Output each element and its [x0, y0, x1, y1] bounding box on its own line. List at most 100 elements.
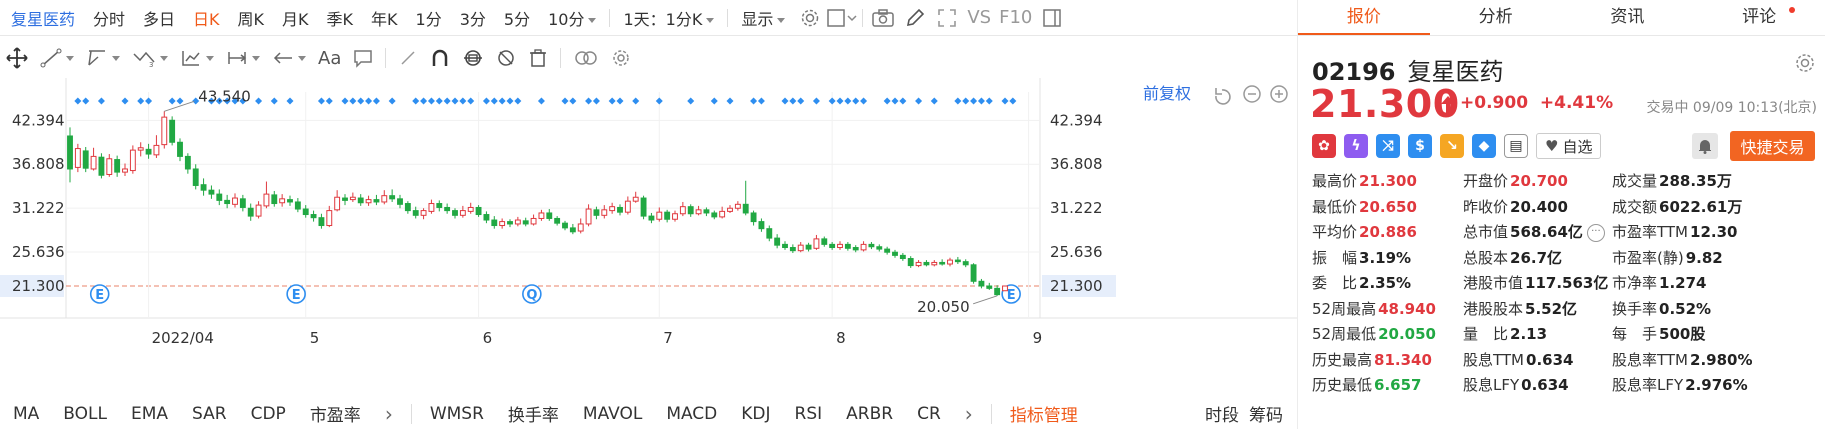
reset-icon[interactable]	[1215, 88, 1231, 105]
indicator-wmsr[interactable]: WMSR	[418, 404, 496, 424]
indicator-manage-button[interactable]: 指标管理	[998, 401, 1090, 426]
indicator-cdp[interactable]: CDP	[239, 404, 298, 424]
indicator-ema[interactable]: EMA	[119, 404, 180, 424]
indicator-kdj[interactable]: KDJ	[729, 404, 782, 424]
tab-3min[interactable]: 3分	[451, 6, 495, 30]
alert-bell-icon[interactable]	[1692, 133, 1718, 159]
adjust-mode-label[interactable]: 前复权	[1143, 84, 1191, 103]
layout-box-icon[interactable]	[826, 3, 858, 33]
notification-dot	[1789, 7, 1795, 13]
tab-quote[interactable]: 报价	[1298, 0, 1430, 35]
move-cross-icon[interactable]	[0, 43, 34, 73]
stock-name-tab[interactable]: 复星医药	[2, 6, 84, 30]
tab-day-k[interactable]: 日K	[184, 6, 229, 30]
tab-comments[interactable]: 评论	[1693, 0, 1825, 35]
indicator-macd[interactable]: MACD	[654, 404, 729, 424]
indicator-rsi[interactable]: RSI	[783, 404, 835, 424]
candle	[915, 260, 922, 268]
candle-body	[719, 210, 726, 218]
candle-body	[342, 197, 348, 201]
tab-news[interactable]: 资讯	[1562, 0, 1694, 35]
candle-body	[452, 210, 458, 216]
indicator-pe[interactable]: 市盈率	[298, 401, 373, 426]
shuffle-icon[interactable]: ⤨	[1376, 134, 1400, 158]
tab-week-k[interactable]: 周K	[229, 6, 274, 30]
candle-body	[444, 206, 451, 212]
hide-drawing-icon[interactable]	[490, 43, 522, 73]
channel-tool-icon[interactable]	[80, 43, 126, 73]
eraser-line-icon[interactable]	[392, 43, 424, 73]
indicator-boll[interactable]: BOLL	[51, 404, 119, 424]
indicator-cr[interactable]: CR	[905, 404, 953, 424]
tab-quarter-k[interactable]: 季K	[318, 6, 363, 30]
quote-value: 9.82	[1685, 248, 1723, 267]
quick-trade-button[interactable]: 快捷交易	[1730, 131, 1815, 161]
camera-icon[interactable]	[867, 3, 899, 33]
arrow-tool-icon[interactable]	[266, 43, 312, 73]
f10-button[interactable]: F10	[995, 7, 1036, 28]
kline-chart[interactable]: E E Q E 42.394 42.394 36.808 36.808 31.222 31.22…	[0, 78, 1297, 396]
candle-body	[852, 247, 859, 251]
magnet-icon[interactable]	[424, 43, 456, 73]
quote-row: 52周最高 48.940 港股股本 5.52亿 换手率 0.52%	[1312, 298, 1822, 324]
draw-settings-gear-icon[interactable]	[605, 43, 637, 73]
quote-value: 2.980%	[1690, 350, 1753, 369]
candle-body	[923, 261, 930, 266]
candle	[884, 246, 891, 255]
panel-settings-gear-icon[interactable]	[1794, 52, 1816, 78]
measure-tool-icon[interactable]	[220, 43, 266, 73]
fullscreen-icon[interactable]	[931, 3, 963, 33]
pencil-icon[interactable]	[899, 3, 931, 33]
indicator-arbr[interactable]: ARBR	[834, 404, 905, 424]
candle	[907, 256, 914, 268]
tab-month-k[interactable]: 月K	[273, 6, 318, 30]
chevron-right-icon[interactable]: ›	[953, 402, 985, 426]
event-diamond	[365, 97, 373, 105]
comment-icon[interactable]	[347, 43, 379, 73]
delete-drawing-icon[interactable]	[522, 43, 554, 73]
candle-body	[656, 211, 663, 220]
compare-rings-icon[interactable]	[567, 43, 605, 73]
hk-flag-icon[interactable]: ✿	[1312, 134, 1336, 158]
tag-icon[interactable]: ◆	[1472, 134, 1496, 158]
indicator-sar[interactable]: SAR	[180, 404, 239, 424]
chip-distribution-button[interactable]: 筹码	[1245, 401, 1297, 426]
quote-value: 2.35%	[1359, 274, 1412, 292]
text-tool-button[interactable]: Aa	[312, 43, 347, 73]
wave-tool-icon[interactable]: 3	[126, 43, 174, 73]
zoom-in-icon[interactable]	[1270, 85, 1288, 103]
vs-compare-button[interactable]: VS	[963, 7, 995, 28]
candle	[326, 205, 333, 228]
tab-10min[interactable]: 10分	[539, 6, 605, 30]
fib-tool-icon[interactable]	[174, 43, 220, 73]
candle-body	[428, 203, 435, 212]
more-info-icon[interactable]: ···	[1586, 223, 1605, 242]
trading-status: 交易中 09/09 10:13(北京)	[1646, 100, 1817, 116]
trend-icon[interactable]: ↘	[1440, 134, 1464, 158]
add-watchlist-button[interactable]: ♥ 自选	[1536, 133, 1602, 159]
candle	[805, 242, 812, 252]
tab-year-k[interactable]: 年K	[362, 6, 407, 30]
tab-5min[interactable]: 5分	[495, 6, 539, 30]
dollar-icon[interactable]: $	[1408, 134, 1432, 158]
display-dropdown[interactable]: 显示	[732, 6, 794, 30]
line-tool-icon[interactable]	[34, 43, 80, 73]
tab-intraday[interactable]: 分时	[84, 6, 134, 30]
lock-drawing-icon[interactable]	[456, 43, 490, 73]
indicator-turnover[interactable]: 换手率	[496, 401, 571, 426]
tab-analysis[interactable]: 分析	[1430, 0, 1562, 35]
lightning-icon[interactable]: ϟ	[1344, 134, 1368, 158]
candle-body	[169, 119, 176, 143]
time-period-button[interactable]: 时段	[1199, 401, 1245, 426]
indicator-mavol[interactable]: MAVOL	[571, 404, 654, 424]
quote-cell: 股息率TTM 2.980%	[1612, 349, 1753, 370]
bookmark-icon[interactable]: ▤	[1504, 134, 1528, 158]
settings-gear-icon[interactable]	[794, 3, 826, 33]
indicator-ma[interactable]: MA	[0, 404, 51, 424]
chevron-right-icon[interactable]: ›	[373, 402, 405, 426]
interval-select[interactable]: 1天：1分K	[614, 6, 723, 30]
tab-multi-day[interactable]: 多日	[134, 6, 184, 30]
zoom-out-icon[interactable]	[1243, 85, 1261, 103]
panel-toggle-icon[interactable]	[1036, 3, 1068, 33]
tab-1min[interactable]: 1分	[407, 6, 451, 30]
